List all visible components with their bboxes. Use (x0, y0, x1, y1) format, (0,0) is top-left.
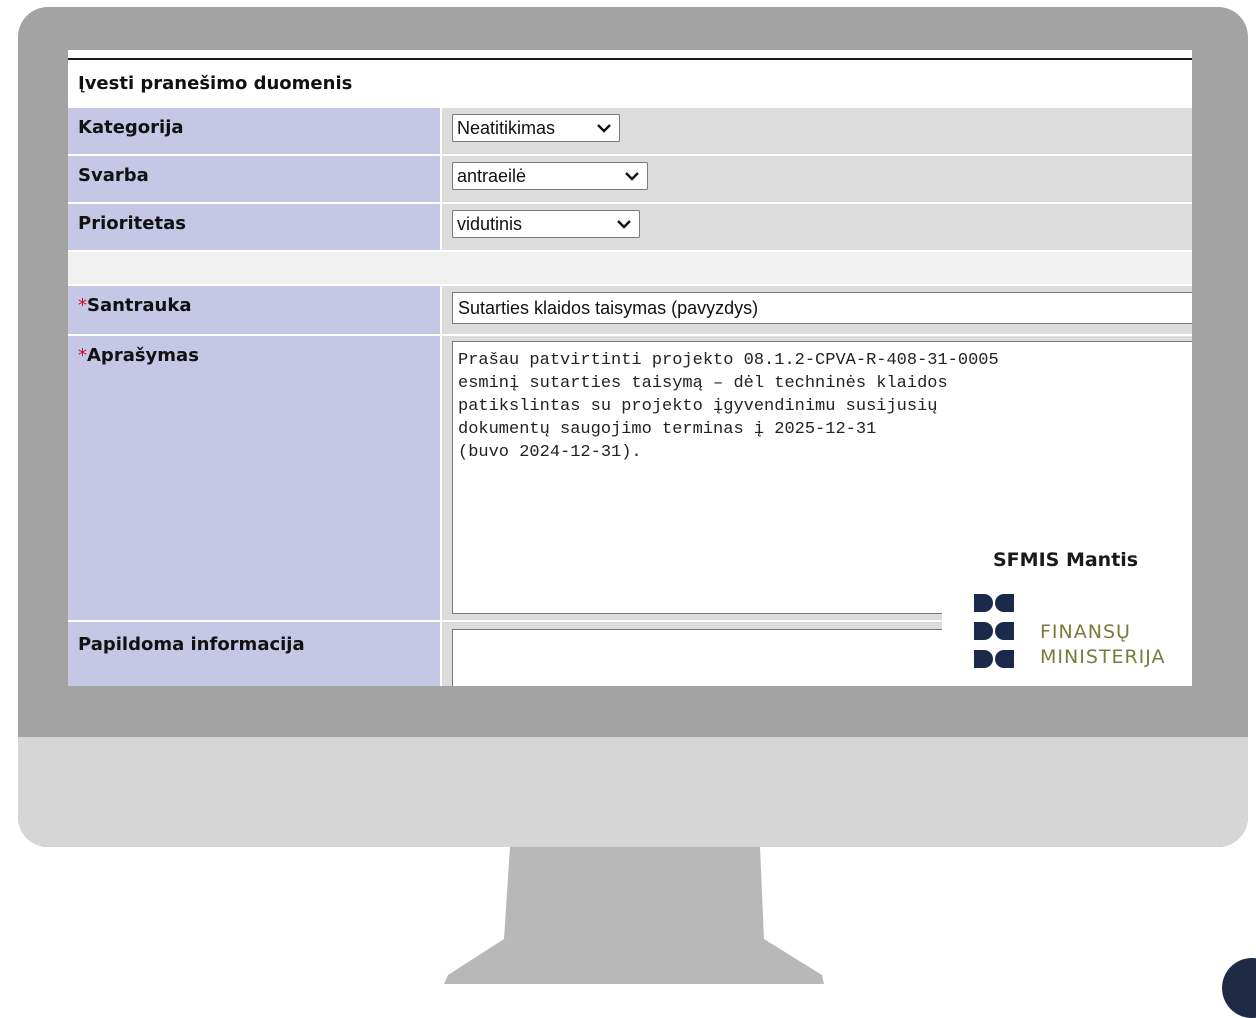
summary-label-text: Santrauka (87, 295, 192, 316)
category-select-value: Neatitikimas (457, 118, 556, 138)
summary-label-cell: *Santrauka (68, 286, 440, 334)
severity-select[interactable]: antraeilė (452, 162, 648, 190)
severity-select-value: antraeilė (457, 166, 527, 186)
app-name-label: SFMIS Mantis (993, 549, 1139, 571)
category-row: Kategorija Neatitikimas (68, 108, 1192, 154)
monitor-chin (18, 737, 1248, 847)
priority-label: Prioritetas (78, 213, 186, 234)
category-label: Kategorija (78, 117, 184, 138)
description-row: *Aprašymas Prašau patvirtinti projekto 0… (68, 336, 1192, 620)
priority-select[interactable]: vidutinis (452, 210, 640, 238)
severity-value-cell: antraeilė (442, 156, 1192, 202)
form-title: Įvesti pranešimo duomenis (78, 73, 353, 94)
chevron-down-icon (617, 220, 631, 229)
additional-info-label: Papildoma informacija (78, 634, 305, 655)
ministry-line-1: FINANSŲ (1040, 621, 1131, 643)
priority-row: Prioritetas vidutinis (68, 204, 1192, 250)
summary-value-cell: Sutarties klaidos taisymas (pavyzdys) (442, 286, 1192, 334)
spacer-row (68, 252, 1192, 284)
chevron-down-icon (625, 172, 639, 181)
ministry-line-2: MINISTERIJA (1040, 646, 1166, 668)
severity-label-cell: Svarba (68, 156, 440, 202)
description-label-cell: *Aprašymas (68, 336, 440, 620)
monitor-stand (444, 847, 824, 984)
category-value-cell: Neatitikimas (442, 108, 1192, 154)
required-mark: * (78, 345, 87, 366)
description-value-cell: Prašau patvirtinti projekto 08.1.2-CPVA-… (442, 336, 1192, 620)
divider (68, 58, 1192, 60)
ministry-logo: FINANSŲ MINISTERIJA (942, 582, 1192, 686)
summary-input[interactable]: Sutarties klaidos taisymas (pavyzdys) (452, 292, 1192, 324)
ministry-logo-icon (974, 594, 1014, 668)
ministry-name: FINANSŲ MINISTERIJA (1040, 620, 1166, 670)
additional-info-label-cell: Papildoma informacija (68, 622, 440, 686)
category-select[interactable]: Neatitikimas (452, 114, 620, 142)
priority-value-cell: vidutinis (442, 204, 1192, 250)
priority-label-cell: Prioritetas (68, 204, 440, 250)
corner-badge (1222, 958, 1256, 1018)
summary-row: *Santrauka Sutarties klaidos taisymas (p… (68, 286, 1192, 334)
priority-select-value: vidutinis (457, 214, 523, 234)
summary-input-value: Sutarties klaidos taisymas (pavyzdys) (458, 298, 759, 318)
description-label-text: Aprašymas (87, 345, 199, 366)
severity-row: Svarba antraeilė (68, 156, 1192, 202)
description-textarea[interactable]: Prašau patvirtinti projekto 08.1.2-CPVA-… (452, 341, 1192, 614)
chevron-down-icon (597, 124, 611, 133)
summary-label: *Santrauka (78, 295, 191, 316)
category-label-cell: Kategorija (68, 108, 440, 154)
required-mark: * (78, 295, 87, 316)
severity-label: Svarba (78, 165, 149, 186)
description-label: *Aprašymas (78, 345, 199, 366)
